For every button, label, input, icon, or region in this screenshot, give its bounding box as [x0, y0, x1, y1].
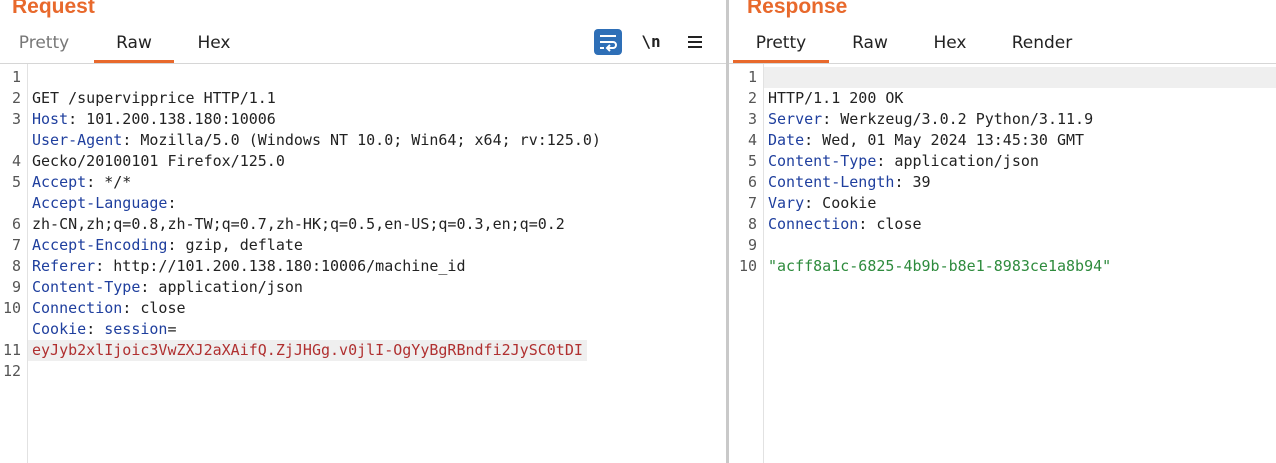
response-tab-pretty[interactable]: Pretty: [733, 26, 829, 63]
response-tab-raw[interactable]: Raw: [841, 26, 899, 60]
header-value: : close: [858, 215, 922, 233]
json-body-string: "acff8a1c-6825-4b9b-b8e1-8983ce1a8b94": [768, 257, 1112, 275]
response-tab-hex[interactable]: Hex: [923, 26, 977, 60]
response-title: Response: [747, 0, 848, 18]
response-line: Connection: close: [729, 193, 1276, 233]
response-line: Vary: Cookie: [729, 172, 1276, 212]
request-line: User-Agent: Mozilla/5.0 (Windows NT 10.0…: [0, 109, 726, 149]
response-line: Date: Wed, 01 May 2024 13:45:30 GMT: [729, 109, 1276, 149]
request-line-wrapped: zh-CN,zh;q=0.8,zh-TW;q=0.7,zh-HK;q=0.5,e…: [0, 193, 726, 233]
request-options-menu[interactable]: [682, 29, 708, 55]
hamburger-menu-icon: [688, 36, 702, 48]
response-pane: Response Pretty Raw Hex Render 1 2 3 4 5…: [729, 0, 1276, 463]
show-newlines-button[interactable]: \n: [636, 29, 666, 55]
response-tab-render[interactable]: Render: [999, 26, 1085, 60]
response-line: Content-Length: 39: [729, 151, 1276, 191]
word-wrap-toggle[interactable]: [594, 29, 622, 55]
request-line-wrapped: eyJyb2xlIjoic3VwZXJ2aXAifQ.ZjJHGg.v0jlI-…: [0, 319, 726, 361]
request-line: Accept-Language:: [0, 172, 726, 212]
request-line-wrapped: Gecko/20100101 Firefox/125.0: [0, 130, 726, 170]
request-tab-pretty[interactable]: Pretty: [8, 26, 80, 60]
word-wrap-icon: [600, 35, 617, 52]
request-line: Accept: */*: [0, 151, 726, 191]
request-editor[interactable]: 1 2 3 4 5 6 7 8 9 10 11 12 GET /supervip…: [0, 64, 726, 463]
request-line: Connection: close: [0, 277, 726, 317]
response-tab-bar: Pretty Raw Hex Render: [729, 26, 1276, 64]
response-line: HTTP/1.1 200 OK: [729, 67, 1276, 107]
request-line: Accept-Encoding: gzip, deflate: [0, 214, 726, 254]
cookie-session-value: eyJyb2xlIjoic3VwZXJ2aXAifQ.ZjJHGg.v0jlI-…: [28, 340, 587, 361]
response-line: "acff8a1c-6825-4b9b-b8e1-8983ce1a8b94": [729, 235, 1276, 275]
response-line: Server: Werkzeug/3.0.2 Python/3.11.9: [729, 88, 1276, 128]
request-line: Host: 101.200.138.180:10006: [0, 88, 726, 128]
request-title: Request: [12, 0, 95, 18]
request-line: Cookie: session=: [0, 298, 726, 338]
response-editor[interactable]: 1 2 3 4 5 6 7 8 9 10 HTTP/1.1 200 OK Ser…: [729, 64, 1276, 463]
request-tab-raw[interactable]: Raw: [94, 26, 174, 63]
response-line: Content-Type: application/json: [729, 130, 1276, 170]
header-name: Connection: [768, 215, 859, 233]
request-pane: Request Pretty Raw Hex \n 1 2 3 4 5 6 7 …: [0, 0, 726, 463]
request-line: Content-Type: application/json: [0, 256, 726, 296]
request-tab-hex[interactable]: Hex: [186, 26, 242, 60]
request-line: Referer: http://101.200.138.180:10006/ma…: [0, 235, 726, 275]
request-line: GET /supervipprice HTTP/1.1: [0, 67, 726, 107]
